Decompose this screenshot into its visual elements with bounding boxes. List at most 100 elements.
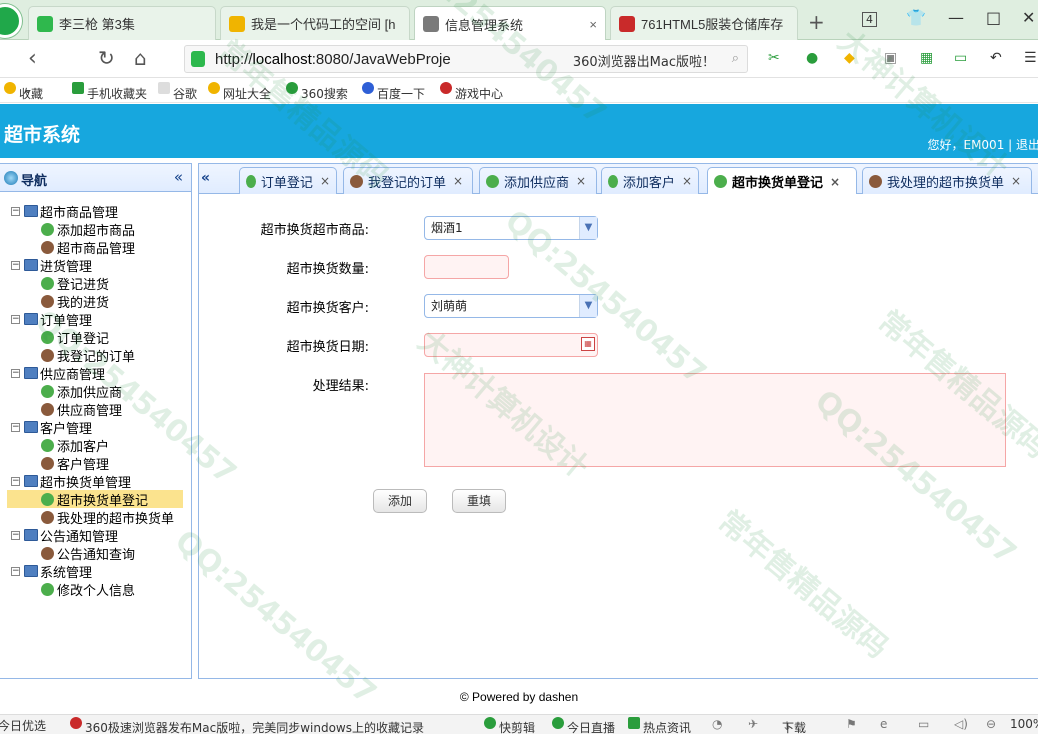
tree-item[interactable]: 添加供应商	[0, 382, 191, 400]
tree-group[interactable]: −公告通知管理	[0, 526, 191, 544]
tree-item[interactable]: 我的进货	[0, 292, 191, 310]
collapse-toggle-icon[interactable]: −	[11, 567, 20, 576]
tree-item[interactable]: 我登记的订单	[0, 346, 191, 364]
tree-item[interactable]: 客户管理	[0, 454, 191, 472]
tree-item[interactable]: 超市商品管理	[0, 238, 191, 256]
browser-tab[interactable]: 我是一个代码工的空间 [h	[220, 6, 410, 40]
browser-tab-active[interactable]: 信息管理系统 ×	[414, 6, 606, 41]
close-window-icon[interactable]: ✕	[1022, 8, 1035, 27]
close-icon[interactable]: ×	[453, 174, 463, 188]
tree-item[interactable]: 公告通知查询	[0, 544, 191, 562]
tab-scroll-left-icon[interactable]: «	[201, 170, 210, 186]
user-greeting[interactable]: 您好，EM001 | 退出	[927, 136, 1038, 153]
url-text[interactable]: http://localhost:8080/JavaWebProje	[215, 51, 451, 68]
close-icon[interactable]: ×	[576, 174, 586, 188]
collapse-toggle-icon[interactable]: −	[11, 531, 20, 540]
calendar-icon[interactable]: ▦	[581, 337, 595, 351]
collapse-toggle-icon[interactable]: −	[11, 423, 20, 432]
search-suggestion[interactable]: 360浏览器出Mac版啦！	[573, 51, 715, 70]
menu-icon[interactable]: ☰	[1024, 50, 1037, 66]
ie-icon[interactable]: e	[880, 717, 887, 731]
reload-icon[interactable]: ↻	[98, 46, 115, 70]
tree-group[interactable]: −超市换货单管理	[0, 472, 191, 490]
bookmark-favorites[interactable]: 收藏 ⌄	[4, 82, 33, 96]
tree-item[interactable]: 供应商管理	[0, 400, 191, 418]
translate-icon[interactable]: ●	[806, 50, 818, 66]
quantity-input[interactable]	[424, 255, 509, 279]
collapse-toggle-icon[interactable]: −	[11, 207, 20, 216]
skin-icon[interactable]: 👕	[906, 8, 926, 27]
status-live[interactable]: 今日直播	[552, 717, 567, 731]
collapse-toggle-icon[interactable]: −	[11, 315, 20, 324]
shield-icon[interactable]: ◆	[844, 50, 855, 66]
close-icon[interactable]: ×	[1011, 174, 1021, 188]
tree-group[interactable]: −系统管理	[0, 562, 191, 580]
content-tab[interactable]: 订单登记×	[239, 167, 337, 194]
date-input[interactable]: ▦	[424, 333, 598, 357]
status-hot[interactable]: 热点资讯	[628, 717, 643, 731]
reset-button[interactable]: 重填	[452, 489, 506, 513]
customer-select[interactable]: 刘萌萌 ▼	[424, 294, 598, 318]
submit-button[interactable]: 添加	[373, 489, 427, 513]
content-tab[interactable]: 添加客户×	[601, 167, 699, 194]
maximize-icon[interactable]: □	[986, 8, 1001, 27]
tree-group[interactable]: −供应商管理	[0, 364, 191, 382]
battery-icon[interactable]: ▭	[954, 50, 967, 66]
search-icon[interactable]: ⌕	[732, 51, 739, 66]
image-icon[interactable]: ▣	[884, 50, 897, 66]
undo-icon[interactable]: ↶	[990, 50, 1002, 66]
window-icon[interactable]: ▭	[918, 717, 929, 731]
collapse-toggle-icon[interactable]: −	[11, 369, 20, 378]
status-clip[interactable]: 快剪辑	[484, 717, 499, 731]
back-icon[interactable]: ‹	[28, 46, 37, 71]
close-tab-icon[interactable]: ×	[589, 17, 597, 32]
tree-item[interactable]: 添加超市商品	[0, 220, 191, 238]
scissors-icon[interactable]: ✂	[768, 50, 780, 66]
content-tab-active[interactable]: 超市换货单登记×	[707, 167, 857, 195]
tree-group[interactable]: −客户管理	[0, 418, 191, 436]
url-bar[interactable]: http://localhost:8080/JavaWebProje 360浏览…	[184, 45, 748, 73]
collapse-toggle-icon[interactable]: −	[11, 477, 20, 486]
product-select[interactable]: 烟酒1 ▼	[424, 216, 598, 240]
tree-item[interactable]: 添加客户	[0, 436, 191, 454]
minimize-icon[interactable]: —	[948, 8, 964, 27]
bookmark-360search[interactable]: 360搜索	[286, 82, 301, 96]
content-tab[interactable]: 我登记的订单×	[343, 167, 473, 194]
tab-count-badge[interactable]: 4	[862, 12, 877, 27]
browser-tab[interactable]: 761HTML5服装仓储库存	[610, 6, 798, 40]
status-today-picks[interactable]: 今日优选	[0, 717, 46, 734]
tree-item[interactable]: 订单登记	[0, 328, 191, 346]
close-icon[interactable]: ×	[830, 175, 840, 189]
bookmark-mobile[interactable]: 手机收藏夹	[72, 82, 87, 96]
browser-tab[interactable]: 李三枪 第3集	[28, 6, 216, 40]
tree-group[interactable]: −订单管理	[0, 310, 191, 328]
new-tab-button[interactable]: +	[808, 10, 825, 34]
bookmark-games[interactable]: 游戏中心	[440, 82, 455, 96]
collapse-icon[interactable]: «	[174, 168, 183, 186]
tree-item[interactable]: 登记进货	[0, 274, 191, 292]
content-tab[interactable]: 添加供应商×	[479, 167, 597, 194]
close-icon[interactable]: ×	[682, 174, 692, 188]
close-icon[interactable]: ×	[320, 174, 330, 188]
result-textarea[interactable]	[424, 373, 1006, 467]
pin-icon[interactable]: ✈	[748, 717, 758, 731]
apps-icon[interactable]: ▦	[920, 50, 933, 66]
chevron-down-icon[interactable]: ▼	[579, 295, 597, 317]
speed-icon[interactable]: ◔	[712, 717, 722, 731]
bookmark-baidu[interactable]: 百度一下	[362, 82, 377, 96]
tree-group[interactable]: −进货管理	[0, 256, 191, 274]
bookmark-sites[interactable]: 网址大全	[208, 82, 223, 96]
home-icon[interactable]: ⌂	[134, 46, 147, 70]
status-news[interactable]: 360极速浏览器发布Mac版啦，完美同步windows上的收藏记录	[70, 717, 85, 731]
flag-icon[interactable]: ⚑	[846, 717, 857, 731]
tree-item[interactable]: 修改个人信息	[0, 580, 191, 598]
zoom-out-icon[interactable]: ⊖	[986, 717, 996, 731]
sound-icon[interactable]: ◁)	[954, 717, 968, 731]
chevron-down-icon[interactable]: ▼	[579, 217, 597, 239]
bookmark-google[interactable]: 谷歌	[158, 82, 173, 96]
tree-group[interactable]: −超市商品管理	[0, 202, 191, 220]
tree-item[interactable]: 超市换货单登记	[7, 490, 183, 508]
content-tab[interactable]: 我处理的超市换货单×	[862, 167, 1032, 194]
tree-item[interactable]: 我处理的超市换货单	[0, 508, 191, 526]
collapse-toggle-icon[interactable]: −	[11, 261, 20, 270]
